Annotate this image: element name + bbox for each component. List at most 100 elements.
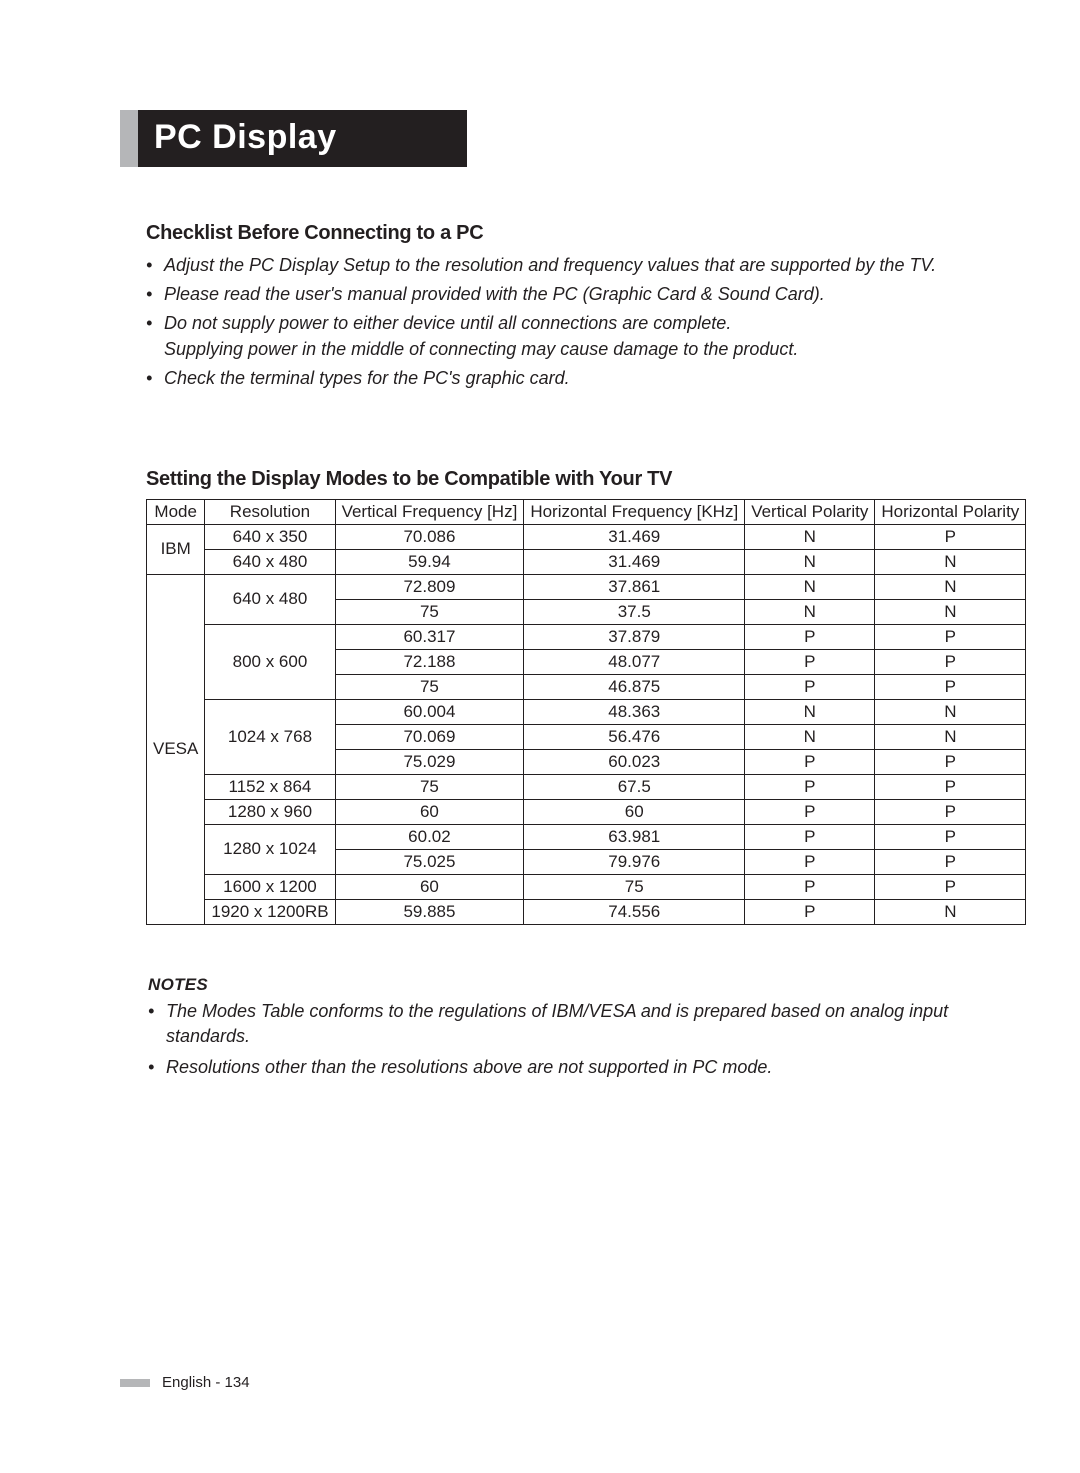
hfreq-cell: 67.5 [524,774,745,799]
vpol-cell: P [745,874,875,899]
table-header: Horizontal Polarity [875,499,1026,524]
notes-heading: NOTES [148,975,960,995]
table-header: Mode [147,499,205,524]
vfreq-cell: 60 [335,874,524,899]
checklist-item: Check the terminal types for the PC's gr… [164,366,960,391]
hfreq-cell: 31.469 [524,549,745,574]
hpol-cell: N [875,549,1026,574]
hfreq-cell: 56.476 [524,724,745,749]
hfreq-cell: 75 [524,874,745,899]
hfreq-cell: 31.469 [524,524,745,549]
hpol-cell: N [875,574,1026,599]
vpol-cell: P [745,799,875,824]
table-header: Vertical Frequency [Hz] [335,499,524,524]
hfreq-cell: 63.981 [524,824,745,849]
page-title-block: PC Display [120,110,960,167]
hfreq-cell: 60 [524,799,745,824]
hpol-cell: P [875,849,1026,874]
vfreq-cell: 75.025 [335,849,524,874]
vpol-cell: N [745,574,875,599]
vpol-cell: N [745,549,875,574]
vfreq-cell: 60.02 [335,824,524,849]
hfreq-cell: 60.023 [524,749,745,774]
hpol-cell: P [875,824,1026,849]
vfreq-cell: 70.086 [335,524,524,549]
hpol-cell: P [875,649,1026,674]
hpol-cell: N [875,899,1026,924]
resolution-cell: 640 x 480 [205,574,335,624]
vpol-cell: P [745,649,875,674]
vpol-cell: P [745,849,875,874]
checklist-item: Do not supply power to either device unt… [164,311,960,361]
vpol-cell: N [745,524,875,549]
vfreq-cell: 70.069 [335,724,524,749]
mode-cell: IBM [147,524,205,574]
resolution-cell: 640 x 480 [205,549,335,574]
hpol-cell: N [875,599,1026,624]
vpol-cell: N [745,724,875,749]
table-row: 640 x 48059.9431.469NN [147,549,1026,574]
footer-text: English - 134 [162,1374,250,1391]
vpol-cell: P [745,749,875,774]
checklist-list: Adjust the PC Display Setup to the resol… [146,253,960,391]
vfreq-cell: 75 [335,599,524,624]
vpol-cell: P [745,774,875,799]
notes-item: Resolutions other than the resolutions a… [166,1055,960,1080]
hfreq-cell: 46.875 [524,674,745,699]
vfreq-cell: 75 [335,774,524,799]
title-accent [120,110,138,167]
hpol-cell: P [875,674,1026,699]
hpol-cell: P [875,624,1026,649]
checklist-heading: Checklist Before Connecting to a PC [146,222,960,245]
vfreq-cell: 59.885 [335,899,524,924]
modes-heading: Setting the Display Modes to be Compatib… [146,468,960,491]
vpol-cell: N [745,599,875,624]
hfreq-cell: 79.976 [524,849,745,874]
mode-cell: VESA [147,574,205,924]
vfreq-cell: 60 [335,799,524,824]
hpol-cell: P [875,774,1026,799]
resolution-cell: 1024 x 768 [205,699,335,774]
resolution-cell: 1280 x 960 [205,799,335,824]
resolution-cell: 1280 x 1024 [205,824,335,874]
notes-list: The Modes Table conforms to the regulati… [148,999,960,1081]
hfreq-cell: 48.077 [524,649,745,674]
table-row: VESA640 x 48072.80937.861NN [147,574,1026,599]
hpol-cell: N [875,724,1026,749]
vfreq-cell: 75 [335,674,524,699]
hfreq-cell: 48.363 [524,699,745,724]
table-row: 1280 x 9606060PP [147,799,1026,824]
table-row: 1152 x 8647567.5PP [147,774,1026,799]
vpol-cell: P [745,674,875,699]
vpol-cell: N [745,699,875,724]
table-header: Resolution [205,499,335,524]
table-row: 1280 x 102460.0263.981PP [147,824,1026,849]
resolution-cell: 1152 x 864 [205,774,335,799]
resolution-cell: 1600 x 1200 [205,874,335,899]
hpol-cell: P [875,749,1026,774]
vpol-cell: P [745,624,875,649]
hfreq-cell: 37.879 [524,624,745,649]
table-header: Vertical Polarity [745,499,875,524]
vfreq-cell: 75.029 [335,749,524,774]
checklist-item: Adjust the PC Display Setup to the resol… [164,253,960,278]
hpol-cell: P [875,524,1026,549]
vfreq-cell: 60.317 [335,624,524,649]
hpol-cell: P [875,874,1026,899]
hfreq-cell: 37.861 [524,574,745,599]
resolution-cell: 640 x 350 [205,524,335,549]
vpol-cell: P [745,899,875,924]
vfreq-cell: 60.004 [335,699,524,724]
table-row: 1600 x 12006075PP [147,874,1026,899]
resolution-cell: 1920 x 1200RB [205,899,335,924]
checklist-item: Please read the user's manual provided w… [164,282,960,307]
table-row: 1024 x 76860.00448.363NN [147,699,1026,724]
vfreq-cell: 72.188 [335,649,524,674]
page-title: PC Display [138,110,467,167]
footer-accent [120,1379,150,1387]
table-row: 1920 x 1200RB59.88574.556PN [147,899,1026,924]
table-header-row: Mode Resolution Vertical Frequency [Hz] … [147,499,1026,524]
hpol-cell: N [875,699,1026,724]
hpol-cell: P [875,799,1026,824]
table-row: IBM640 x 35070.08631.469NP [147,524,1026,549]
